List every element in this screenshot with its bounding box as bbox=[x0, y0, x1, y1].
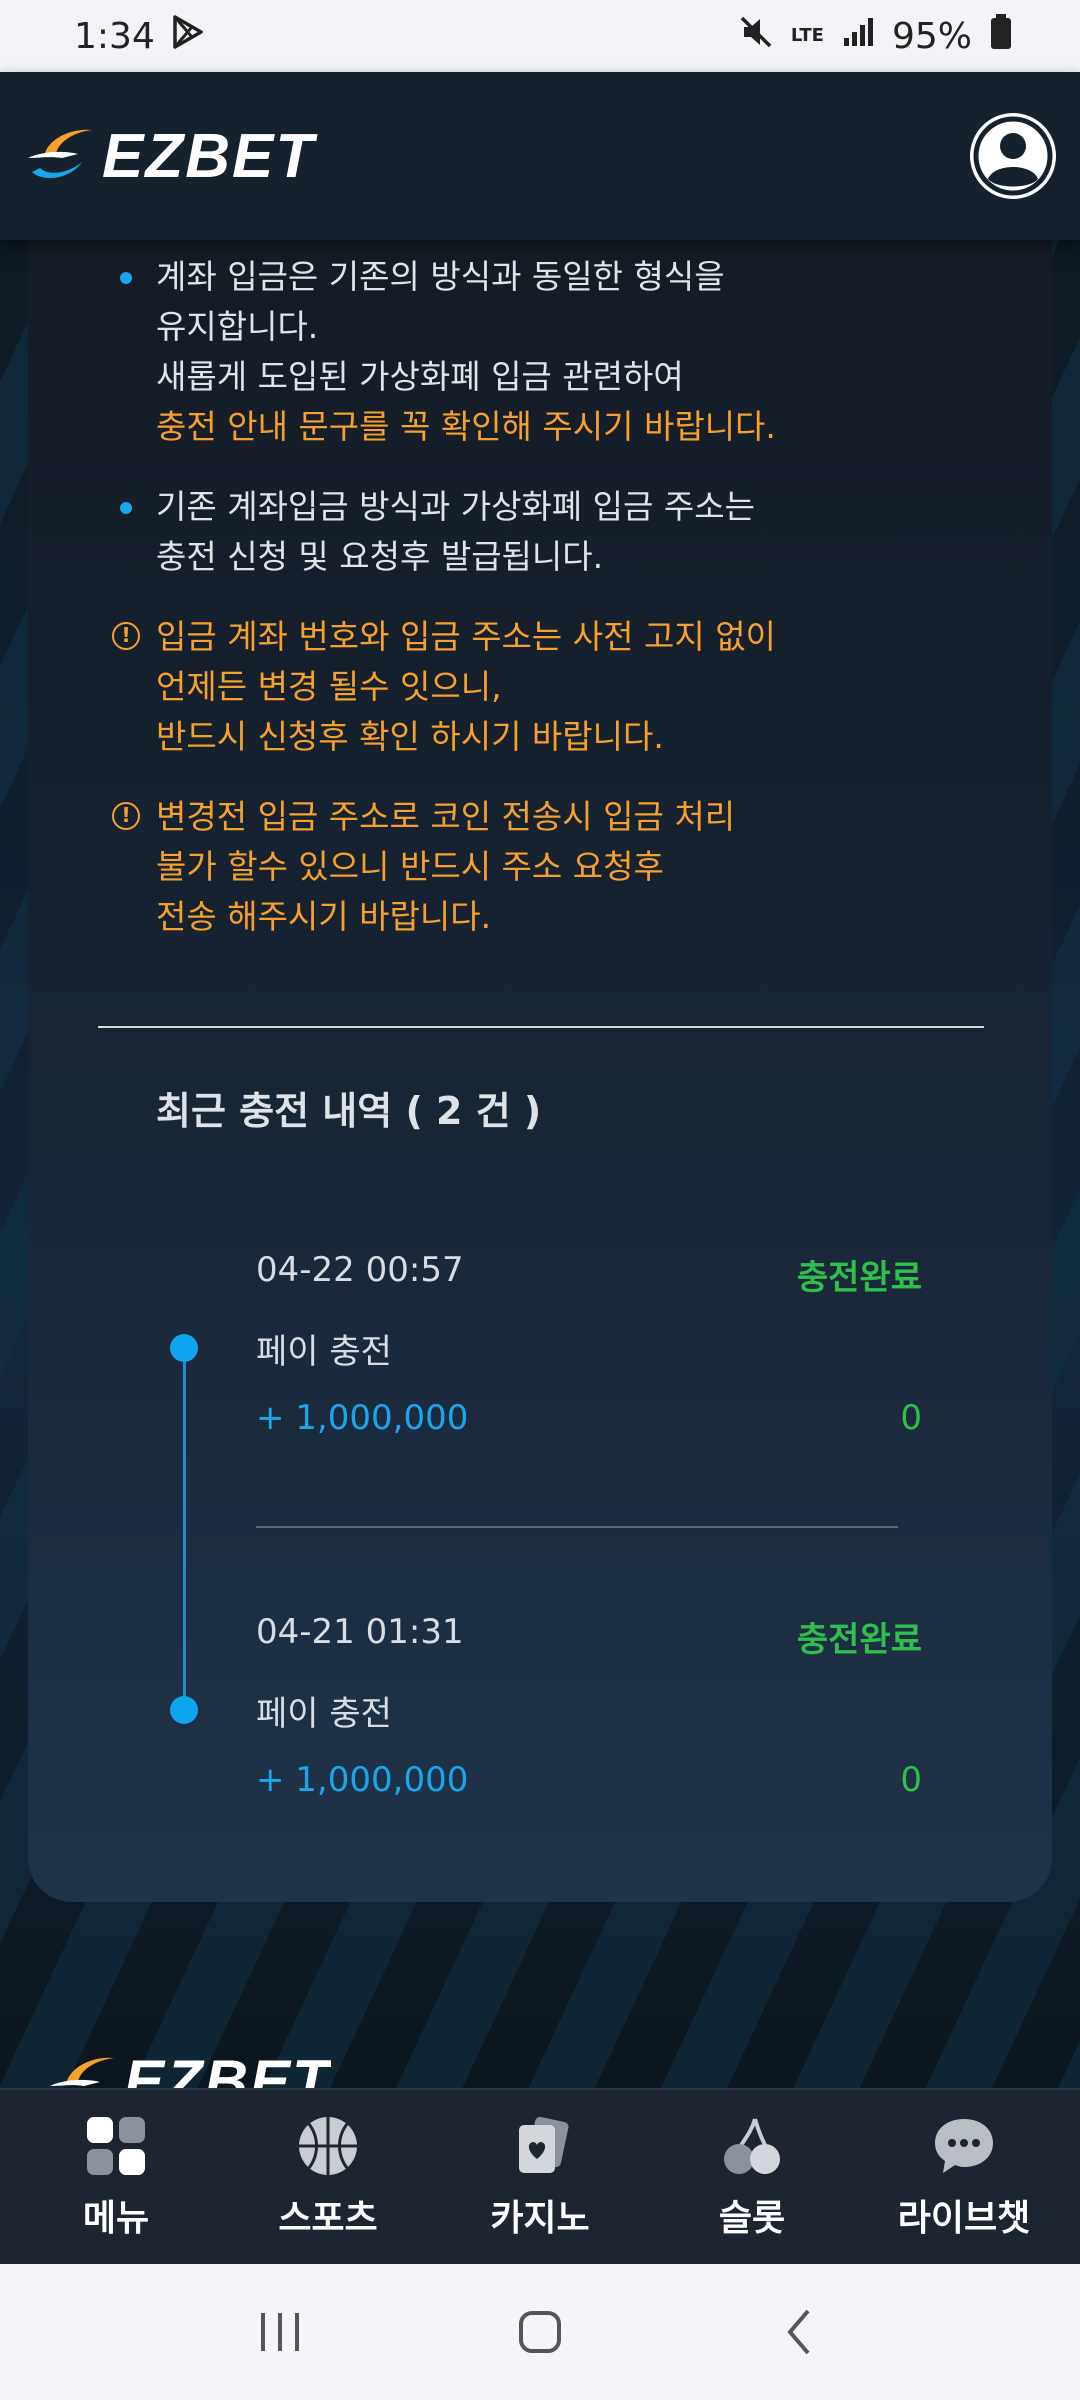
signal-icon bbox=[842, 16, 874, 57]
nav-menu[interactable]: 메뉴 bbox=[16, 2113, 216, 2241]
recent-apps-icon[interactable] bbox=[240, 2292, 320, 2372]
network-type: LTE bbox=[790, 25, 824, 46]
record-status: 충전완료 bbox=[796, 1620, 922, 1660]
nav-live-chat[interactable]: 라이브챗 bbox=[864, 2113, 1064, 2241]
menu-grid-icon bbox=[83, 2113, 149, 2179]
chat-bubble-icon bbox=[931, 2113, 997, 2179]
warning-icon: ! bbox=[112, 622, 140, 650]
ezbet-logo[interactable]: EZBET bbox=[22, 121, 315, 192]
bottom-nav: 메뉴 스포츠 카지노 슬롯 라이브챗 bbox=[0, 2088, 1080, 2264]
notice-line: 유지합니다. bbox=[156, 307, 319, 346]
record-bonus: 0 bbox=[900, 1760, 922, 1800]
nav-slots[interactable]: 슬롯 bbox=[652, 2113, 852, 2241]
cherry-icon bbox=[719, 2113, 785, 2179]
nav-label: 카지노 bbox=[490, 2198, 590, 2239]
nav-label: 스포츠 bbox=[278, 2198, 378, 2239]
warning-line: 변경전 입금 주소로 코인 전송시 입금 처리 bbox=[156, 797, 736, 836]
record-divider bbox=[256, 1526, 898, 1528]
notice-line-highlight: 충전 안내 문구를 꼭 확인해 주시기 바랍니다. bbox=[156, 407, 776, 446]
bullet-dot-icon bbox=[120, 272, 132, 284]
warning-line: 언제든 변경 될수 잇으니, bbox=[156, 667, 502, 706]
record-type: 페이 충전 bbox=[256, 1332, 392, 1372]
status-time: 1:34 bbox=[74, 15, 155, 57]
mute-icon bbox=[739, 15, 773, 58]
record-date: 04-21 01:31 bbox=[256, 1612, 464, 1652]
play-store-icon bbox=[171, 14, 205, 59]
warning-icon: ! bbox=[112, 802, 140, 830]
record-amount: + 1,000,000 bbox=[256, 1760, 469, 1800]
record-date: 04-22 00:57 bbox=[256, 1250, 464, 1290]
timeline-line bbox=[183, 1348, 186, 1710]
deposit-info-card: 계좌 입금은 기존의 방식과 동일한 형식을 유지합니다. 새롭게 도입된 가상… bbox=[28, 200, 1052, 1902]
warning-item: ! 변경전 입금 주소로 코인 전송시 입금 처리 불가 할수 있으니 반드시 … bbox=[28, 792, 1028, 942]
warning-item: ! 입금 계좌 번호와 입금 주소는 사전 고지 없이 언제든 변경 될수 잇으… bbox=[28, 612, 1028, 762]
notice-line: 충전 신청 및 요청후 발급됩니다. bbox=[156, 537, 604, 576]
logo-mark-icon bbox=[44, 2052, 118, 2092]
nav-sports[interactable]: 스포츠 bbox=[228, 2113, 428, 2241]
basketball-icon bbox=[295, 2113, 361, 2179]
system-nav-bar bbox=[0, 2264, 1080, 2400]
battery-percent: 95% bbox=[891, 15, 972, 57]
battery-icon bbox=[990, 13, 1012, 59]
notice-line: 계좌 입금은 기존의 방식과 동일한 형식을 bbox=[156, 257, 725, 296]
warning-line: 불가 할수 있으니 반드시 주소 요청후 bbox=[156, 847, 664, 886]
logo-text: EZBET bbox=[102, 121, 316, 191]
notice-line: 기존 계좌입금 방식과 가상화폐 입금 주소는 bbox=[156, 487, 755, 526]
notice-item: 기존 계좌입금 방식과 가상화폐 입금 주소는 충전 신청 및 요청후 발급됩니… bbox=[28, 482, 1028, 582]
history-title: 최근 충전 내역 ( 2 건 ) bbox=[156, 1089, 542, 1133]
record-type: 페이 충전 bbox=[256, 1694, 392, 1734]
user-avatar-icon bbox=[973, 116, 1053, 196]
timeline-dot-icon bbox=[170, 1334, 198, 1362]
footer-logo-text: EZBET bbox=[124, 2052, 331, 2092]
section-divider bbox=[98, 1026, 984, 1028]
playing-card-icon bbox=[507, 2113, 573, 2179]
notice-line: 새롭게 도입된 가상화폐 입금 관련하여 bbox=[156, 357, 684, 396]
warning-line: 전송 해주시기 바랍니다. bbox=[156, 897, 492, 936]
warning-line: 입금 계좌 번호와 입금 주소는 사전 고지 없이 bbox=[156, 617, 776, 656]
status-bar: 1:34 LTE 95% bbox=[0, 0, 1080, 72]
nav-casino[interactable]: 카지노 bbox=[440, 2113, 640, 2241]
record-bonus: 0 bbox=[900, 1398, 922, 1438]
profile-button[interactable] bbox=[970, 113, 1056, 199]
warning-line: 반드시 신청후 확인 하시기 바랍니다. bbox=[156, 717, 664, 756]
nav-label: 메뉴 bbox=[82, 2198, 150, 2239]
logo-mark-icon bbox=[22, 124, 96, 188]
bullet-dot-icon bbox=[120, 502, 132, 514]
back-icon[interactable] bbox=[760, 2292, 840, 2372]
record-amount: + 1,000,000 bbox=[256, 1398, 469, 1438]
nav-label: 라이브챗 bbox=[897, 2198, 1031, 2239]
home-icon[interactable] bbox=[500, 2292, 580, 2372]
record-status: 충전완료 bbox=[796, 1258, 922, 1298]
app-header: EZBET bbox=[0, 72, 1080, 240]
timeline-dot-icon bbox=[170, 1696, 198, 1724]
nav-label: 슬롯 bbox=[718, 2198, 786, 2239]
footer-logo: EZBET bbox=[44, 2052, 331, 2092]
notice-item: 계좌 입금은 기존의 방식과 동일한 형식을 유지합니다. 새롭게 도입된 가상… bbox=[28, 252, 1028, 452]
